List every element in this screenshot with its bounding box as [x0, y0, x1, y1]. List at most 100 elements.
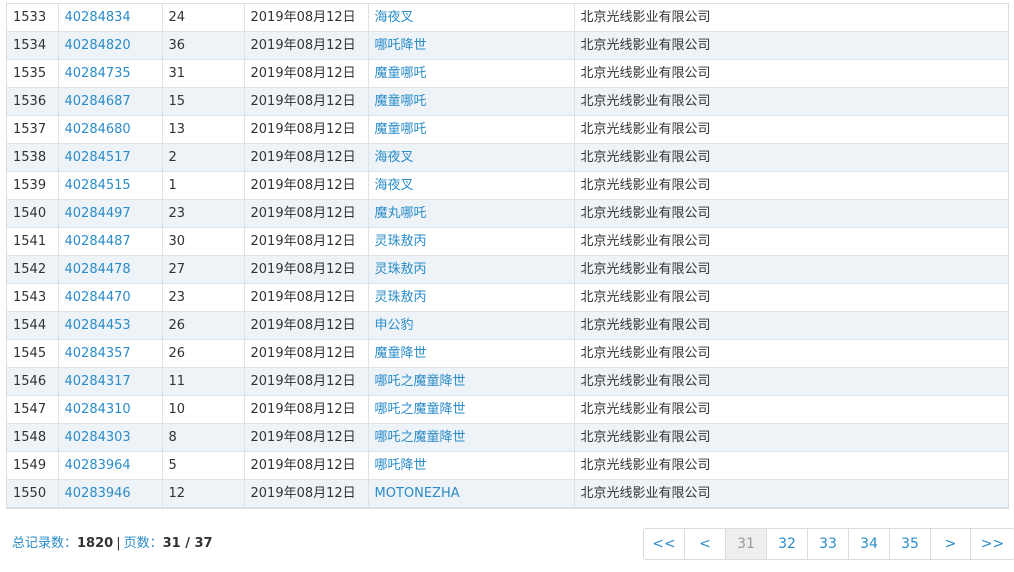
- title-link[interactable]: 魔童哪吒: [375, 122, 427, 137]
- total-records-label: 总记录数：: [12, 536, 78, 551]
- row-number-cell: 1537: [7, 115, 59, 144]
- record-id-link[interactable]: 40284497: [65, 206, 131, 221]
- record-id-link[interactable]: 40284478: [65, 262, 131, 277]
- title-cell: 魔童哪吒: [368, 59, 575, 88]
- title-cell: 海夜叉: [368, 3, 575, 32]
- company-cell: 北京光线影业有限公司: [574, 171, 1008, 200]
- title-link[interactable]: 海夜叉: [375, 10, 414, 25]
- record-id-cell: 40284680: [58, 115, 163, 144]
- page-button-34[interactable]: 34: [849, 529, 890, 559]
- record-id-link[interactable]: 40284680: [65, 122, 131, 137]
- pagination: << < 31 32 33 34 35 > >>: [643, 528, 1014, 560]
- page-button-33[interactable]: 33: [808, 529, 849, 559]
- table-row: 1547 40284310 10 2019年08月12日 哪吒之魔童降世 北京光线影业有限…: [7, 395, 1008, 424]
- company-cell: 北京光线影业有限公司: [574, 143, 1008, 172]
- record-id-link[interactable]: 40284735: [65, 66, 131, 81]
- first-page-button[interactable]: <<: [644, 529, 685, 559]
- table-row: 1548 40284303 8 2019年08月12日 哪吒之魔童降世 北京光线影业有限公…: [7, 423, 1008, 452]
- date-cell: 2019年08月12日: [244, 339, 369, 368]
- count-cell: 36: [162, 31, 245, 60]
- record-id-cell: 40284478: [58, 255, 163, 284]
- last-page-button[interactable]: >>: [971, 529, 1014, 559]
- date-cell: 2019年08月12日: [244, 423, 369, 452]
- record-id-link[interactable]: 40284834: [65, 10, 131, 25]
- title-link[interactable]: 海夜叉: [375, 150, 414, 165]
- previous-page-button[interactable]: <: [685, 529, 726, 559]
- title-link[interactable]: 灵珠敖丙: [375, 262, 427, 277]
- title-link[interactable]: MOTONEZHA: [375, 486, 460, 501]
- company-cell: 北京光线影业有限公司: [574, 367, 1008, 396]
- title-link[interactable]: 哪吒之魔童降世: [375, 430, 466, 445]
- company-cell: 北京光线影业有限公司: [574, 423, 1008, 452]
- title-link[interactable]: 魔童降世: [375, 346, 427, 361]
- title-link[interactable]: 魔童哪吒: [375, 66, 427, 81]
- record-id-cell: 40284820: [58, 31, 163, 60]
- title-link[interactable]: 魔童哪吒: [375, 94, 427, 109]
- page-button-35[interactable]: 35: [890, 529, 931, 559]
- record-id-link[interactable]: 40284515: [65, 178, 131, 193]
- record-id-cell: 40284834: [58, 3, 163, 32]
- record-id-link[interactable]: 40284517: [65, 150, 131, 165]
- record-id-link[interactable]: 40284303: [65, 430, 131, 445]
- record-id-link[interactable]: 40283964: [65, 458, 131, 473]
- date-cell: 2019年08月12日: [244, 59, 369, 88]
- company-cell: 北京光线影业有限公司: [574, 59, 1008, 88]
- title-cell: 灵珠敖丙: [368, 283, 575, 312]
- page-button-32[interactable]: 32: [767, 529, 808, 559]
- table-row: 1533 40284834 24 2019年08月12日 海夜叉 北京光线影业有限公司: [7, 3, 1008, 32]
- title-link[interactable]: 哪吒降世: [375, 38, 427, 53]
- count-cell: 23: [162, 199, 245, 228]
- title-link[interactable]: 哪吒之魔童降世: [375, 374, 466, 389]
- record-id-link[interactable]: 40284317: [65, 374, 131, 389]
- count-cell: 31: [162, 59, 245, 88]
- record-id-link[interactable]: 40284310: [65, 402, 131, 417]
- record-id-link[interactable]: 40284687: [65, 94, 131, 109]
- record-id-link[interactable]: 40284357: [65, 346, 131, 361]
- summary-separator: |: [116, 536, 121, 551]
- title-cell: 海夜叉: [368, 171, 575, 200]
- record-id-link[interactable]: 40284487: [65, 234, 131, 249]
- row-number-cell: 1547: [7, 395, 59, 424]
- title-link[interactable]: 魔丸哪吒: [375, 206, 427, 221]
- record-id-cell: 40284517: [58, 143, 163, 172]
- next-page-button[interactable]: >: [931, 529, 971, 559]
- count-cell: 2: [162, 143, 245, 172]
- record-id-cell: 40284687: [58, 87, 163, 116]
- title-cell: 哪吒之魔童降世: [368, 395, 575, 424]
- row-number-cell: 1534: [7, 31, 59, 60]
- record-id-cell: 40284470: [58, 283, 163, 312]
- record-id-cell: 40284303: [58, 423, 163, 452]
- table-row: 1539 40284515 1 2019年08月12日 海夜叉 北京光线影业有限公司: [7, 171, 1008, 200]
- page-count-label: 页数：: [123, 536, 163, 551]
- table-row: 1550 40283946 12 2019年08月12日 MOTONEZHA 北京光线影业…: [7, 479, 1008, 508]
- record-id-link[interactable]: 40284820: [65, 38, 131, 53]
- title-link[interactable]: 灵珠敖丙: [375, 234, 427, 249]
- title-cell: 哪吒降世: [368, 451, 575, 480]
- row-number-cell: 1535: [7, 59, 59, 88]
- row-number-cell: 1544: [7, 311, 59, 340]
- record-id-link[interactable]: 40283946: [65, 486, 131, 501]
- title-cell: 魔童哪吒: [368, 115, 575, 144]
- title-cell: 哪吒之魔童降世: [368, 367, 575, 396]
- title-link[interactable]: 哪吒降世: [375, 458, 427, 473]
- title-link[interactable]: 申公豹: [375, 318, 414, 333]
- company-cell: 北京光线影业有限公司: [574, 87, 1008, 116]
- title-link[interactable]: 哪吒之魔童降世: [375, 402, 466, 417]
- record-summary: 总记录数：1820 | 页数：31 / 37: [12, 532, 213, 551]
- title-cell: 灵珠敖丙: [368, 255, 575, 284]
- company-cell: 北京光线影业有限公司: [574, 479, 1008, 508]
- date-cell: 2019年08月12日: [244, 367, 369, 396]
- record-id-link[interactable]: 40284453: [65, 318, 131, 333]
- title-cell: 哪吒降世: [368, 31, 575, 60]
- title-link[interactable]: 灵珠敖丙: [375, 290, 427, 305]
- title-cell: 哪吒之魔童降世: [368, 423, 575, 452]
- row-number-cell: 1545: [7, 339, 59, 368]
- record-id-cell: 40284357: [58, 339, 163, 368]
- record-id-link[interactable]: 40284470: [65, 290, 131, 305]
- company-cell: 北京光线影业有限公司: [574, 339, 1008, 368]
- title-link[interactable]: 海夜叉: [375, 178, 414, 193]
- table-row: 1544 40284453 26 2019年08月12日 申公豹 北京光线影业有限公司: [7, 311, 1008, 340]
- record-id-cell: 40283964: [58, 451, 163, 480]
- title-cell: MOTONEZHA: [368, 479, 575, 508]
- company-cell: 北京光线影业有限公司: [574, 255, 1008, 284]
